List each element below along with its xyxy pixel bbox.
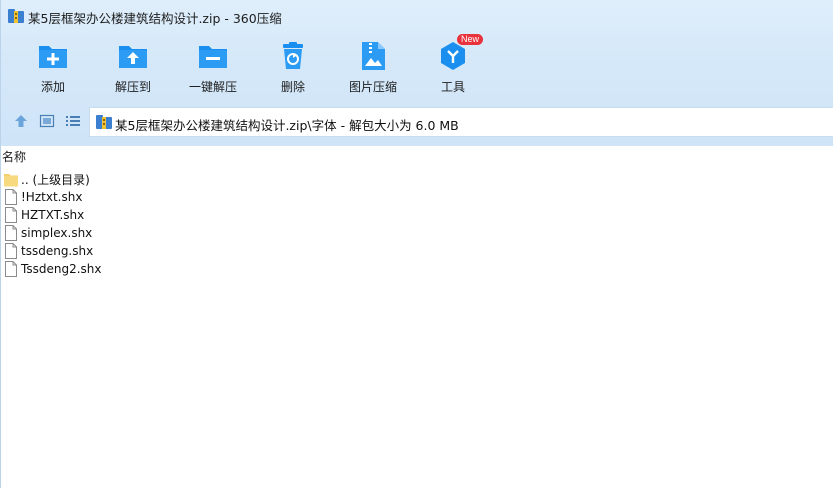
file-icon xyxy=(4,261,18,277)
tools-button[interactable]: New 工具 xyxy=(413,34,493,98)
trash-icon xyxy=(277,40,309,72)
path-field[interactable]: 某5层框架办公楼建筑结构设计.zip\字体 - 解包大小为 6.0 MB xyxy=(89,107,833,137)
list-item[interactable]: simplex.shx xyxy=(4,224,304,242)
delete-label: 删除 xyxy=(280,80,305,94)
file-name: tssdeng.shx xyxy=(21,244,94,258)
folder-icon xyxy=(4,171,18,187)
extract-to-icon xyxy=(117,40,149,72)
tools-icon: New xyxy=(437,34,483,72)
new-badge: New xyxy=(456,34,483,45)
up-arrow-icon[interactable] xyxy=(13,113,29,129)
window-title: 某5层框架办公楼建筑结构设计.zip - 360压缩 xyxy=(28,11,282,26)
path-text: 某5层框架办公楼建筑结构设计.zip\字体 - 解包大小为 6.0 MB xyxy=(115,118,459,133)
file-list: .. (上级目录) !Hztxt.shx HZTXT.shx simplex.s… xyxy=(0,166,833,488)
list-item-parent-dir[interactable]: .. (上级目录) xyxy=(4,170,304,188)
file-icon xyxy=(4,189,18,205)
one-click-extract-icon xyxy=(197,40,229,72)
list-item[interactable]: Tssdeng2.shx xyxy=(4,260,304,278)
zip-file-icon xyxy=(96,115,112,129)
file-name: Tssdeng2.shx xyxy=(21,262,102,276)
image-compress-button[interactable]: 图片压缩 xyxy=(333,36,413,98)
list-item[interactable]: tssdeng.shx xyxy=(4,242,304,260)
list-view-icon[interactable] xyxy=(65,113,81,129)
file-name: HZTXT.shx xyxy=(21,208,85,222)
extract-to-label: 解压到 xyxy=(114,80,151,94)
column-header-name[interactable]: 名称 xyxy=(2,148,26,165)
list-item[interactable]: HZTXT.shx xyxy=(4,206,304,224)
zip-app-icon xyxy=(8,9,24,23)
file-icon xyxy=(4,225,18,241)
add-folder-icon xyxy=(37,40,69,72)
one-click-extract-button[interactable]: 一键解压 xyxy=(173,36,253,98)
title-bar: 某5层框架办公楼建筑结构设计.zip - 360压缩 xyxy=(1,0,833,32)
delete-button[interactable]: 删除 xyxy=(253,36,333,98)
list-item[interactable]: !Hztxt.shx xyxy=(4,188,304,206)
toolbar: 添加 解压到 一键解压 删除 图片压缩 New 工具 xyxy=(1,34,833,98)
file-name: .. (上级目录) xyxy=(21,172,90,187)
file-name: simplex.shx xyxy=(21,226,93,240)
extract-to-button[interactable]: 解压到 xyxy=(93,36,173,98)
one-click-extract-label: 一键解压 xyxy=(188,80,237,94)
image-compress-icon xyxy=(357,40,389,72)
file-icon xyxy=(4,207,18,223)
tools-label: 工具 xyxy=(440,80,465,94)
address-bar: 某5层框架办公楼建筑结构设计.zip\字体 - 解包大小为 6.0 MB xyxy=(1,106,833,138)
file-icon xyxy=(4,243,18,259)
list-header: 名称 xyxy=(0,146,833,166)
view-mode-icon[interactable] xyxy=(39,113,55,129)
add-label: 添加 xyxy=(40,80,65,94)
file-name: !Hztxt.shx xyxy=(21,190,83,204)
image-compress-label: 图片压缩 xyxy=(348,80,397,94)
add-button[interactable]: 添加 xyxy=(13,36,93,98)
top-panel: 某5层框架办公楼建筑结构设计.zip - 360压缩 添加 解压到 一键解压 删… xyxy=(0,0,833,146)
